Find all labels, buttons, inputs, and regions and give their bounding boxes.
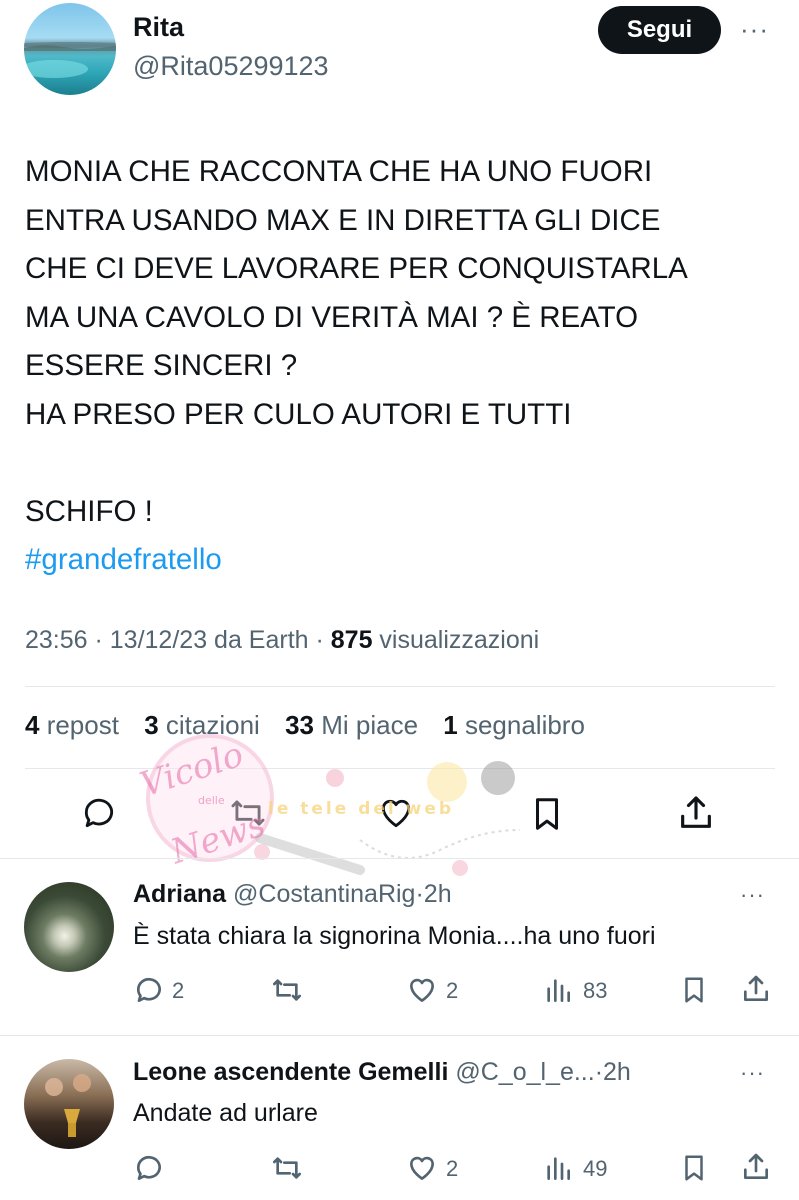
reply-icon[interactable] <box>133 1152 165 1184</box>
views-count: 49 <box>583 1156 608 1181</box>
like-count: 2 <box>446 978 459 1003</box>
reply-author-handle[interactable]: @CostantinaRig <box>233 880 415 908</box>
bookmark-icon[interactable] <box>528 794 566 834</box>
bookmarks-stat[interactable]: 1 segnalibro <box>443 710 585 740</box>
share-icon[interactable] <box>740 1150 772 1184</box>
tweet-line: HA PRESO PER CULO AUTORI E TUTTI <box>25 397 572 431</box>
divider <box>0 1035 799 1036</box>
author-handle[interactable]: @Rita05299123 <box>133 51 329 82</box>
author-name[interactable]: Rita <box>133 12 184 43</box>
repost-icon[interactable] <box>270 1152 304 1184</box>
reposts-stat[interactable]: 4 repost <box>25 710 119 740</box>
tweet-meta: 23:56 · 13/12/23 da Earth · 875 visualiz… <box>25 626 539 655</box>
share-icon[interactable] <box>740 972 772 1006</box>
reply-icon[interactable] <box>80 794 118 832</box>
reply-header: Adriana @CostantinaRig·2h <box>133 880 452 909</box>
reply-time[interactable]: ·2h <box>595 1058 631 1086</box>
like-icon[interactable] <box>376 794 416 832</box>
views-icon[interactable] <box>542 974 574 1006</box>
divider <box>0 858 799 859</box>
reply-author-name[interactable]: Leone ascendente Gemelli <box>133 1058 448 1086</box>
views-count: 83 <box>583 978 608 1003</box>
divider <box>25 768 775 769</box>
reply-avatar[interactable] <box>24 882 114 972</box>
hashtag-link[interactable]: #grandefratello <box>25 536 785 585</box>
views-icon[interactable] <box>542 1152 574 1184</box>
tweet-line: SCHIFO ! <box>25 494 153 528</box>
reply-actions: 2 2 83 <box>0 970 799 1010</box>
more-icon[interactable]: ··· <box>740 14 769 45</box>
tweet-actions <box>0 790 799 840</box>
tweet-line: MONIA CHE RACCONTA CHE HA UNO FUORI <box>25 155 653 188</box>
reply-author-name[interactable]: Adriana <box>133 880 226 908</box>
views-label: visualizzazioni <box>372 626 540 654</box>
reply-actions: 2 49 <box>0 1148 799 1188</box>
views-count: 875 <box>330 626 373 654</box>
quotes-stat[interactable]: 3 citazioni <box>144 710 260 740</box>
like-icon[interactable] <box>405 1152 439 1184</box>
author-avatar[interactable] <box>24 3 116 95</box>
tweet-line: MA UNA CAVOLO DI VERITÀ MAI ? È REATO <box>25 300 639 334</box>
reply-text: Andate ad urlare <box>133 1099 318 1127</box>
tweet-line: CHE CI DEVE LAVORARE PER CONQUISTARLA <box>25 252 688 285</box>
reply-author-handle[interactable]: @C_o_l_e... <box>455 1058 594 1086</box>
bookmark-icon[interactable] <box>679 974 709 1006</box>
reply-header: Leone ascendente Gemelli @C_o_l_e...·2h <box>133 1058 631 1087</box>
avatar-image <box>24 42 116 78</box>
reply-avatar[interactable] <box>24 1059 114 1149</box>
bookmark-icon[interactable] <box>679 1152 709 1184</box>
reply-time[interactable]: ·2h <box>415 880 451 908</box>
repost-icon[interactable] <box>228 794 268 832</box>
engagement-stats: 4 repost 3 citazioni 33 Mi piace 1 segna… <box>25 710 603 741</box>
tweet-line: ENTRA USANDO MAX E IN DIRETTA GLI DICE <box>25 203 661 237</box>
more-icon[interactable]: ··· <box>740 882 765 908</box>
tweet-line: ESSERE SINCERI ? <box>25 349 298 382</box>
more-icon[interactable]: ··· <box>740 1060 765 1086</box>
reply-text: È stata chiara la signorina Monia....ha … <box>133 922 656 950</box>
like-icon[interactable] <box>405 974 439 1006</box>
reply-count: 2 <box>172 978 185 1003</box>
divider <box>25 686 775 687</box>
repost-icon[interactable] <box>270 974 304 1006</box>
follow-button[interactable]: Segui <box>598 6 721 54</box>
tweet-text: MONIA CHE RACCONTA CHE HA UNO FUORI ENTR… <box>25 148 785 585</box>
share-icon[interactable] <box>676 792 716 834</box>
reply-icon[interactable] <box>133 974 165 1006</box>
like-count: 2 <box>446 1156 459 1181</box>
likes-stat[interactable]: 33 Mi piace <box>285 710 418 740</box>
tweet-timestamp[interactable]: 23:56 · 13/12/23 da Earth · <box>25 626 331 654</box>
avatar-image <box>45 1074 91 1137</box>
